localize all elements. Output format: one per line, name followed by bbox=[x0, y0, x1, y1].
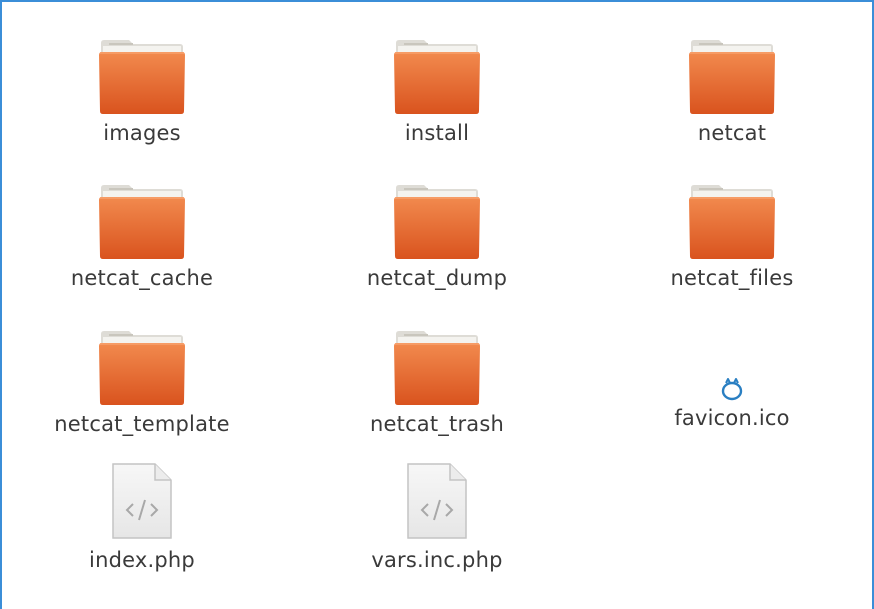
file-name-label: netcat_cache bbox=[70, 266, 214, 290]
file-name-label: netcat_files bbox=[670, 266, 794, 290]
file-item-netcat-dump[interactable]: netcat_dump bbox=[312, 184, 562, 290]
file-name-label: favicon.ico bbox=[674, 406, 790, 430]
file-item-install[interactable]: install bbox=[312, 39, 562, 145]
file-browser-view: images install netcat netcat_cache netca… bbox=[0, 0, 874, 609]
file-name-label: install bbox=[404, 121, 470, 145]
folder-icon bbox=[99, 330, 185, 406]
php-file-icon bbox=[111, 462, 173, 540]
file-item-favicon[interactable]: favicon.ico bbox=[607, 376, 857, 430]
folder-icon bbox=[99, 184, 185, 260]
file-name-label: images bbox=[103, 121, 181, 145]
file-name-label: netcat_trash bbox=[370, 412, 504, 436]
file-item-index-php[interactable]: index.php bbox=[17, 462, 267, 572]
file-item-images[interactable]: images bbox=[17, 39, 267, 145]
folder-icon bbox=[689, 184, 775, 260]
file-item-netcat-files[interactable]: netcat_files bbox=[607, 184, 857, 290]
file-item-netcat-template[interactable]: netcat_template bbox=[17, 330, 267, 436]
file-item-netcat[interactable]: netcat bbox=[607, 39, 857, 145]
file-item-vars-inc-php[interactable]: vars.inc.php bbox=[312, 462, 562, 572]
php-file-icon bbox=[406, 462, 468, 540]
file-item-netcat-cache[interactable]: netcat_cache bbox=[17, 184, 267, 290]
folder-icon bbox=[99, 39, 185, 115]
file-name-label: index.php bbox=[89, 548, 195, 572]
folder-icon bbox=[394, 39, 480, 115]
file-name-label: netcat bbox=[697, 121, 767, 145]
folder-icon bbox=[689, 39, 775, 115]
file-name-label: netcat_template bbox=[54, 412, 230, 436]
file-item-netcat-trash[interactable]: netcat_trash bbox=[312, 330, 562, 436]
file-name-label: vars.inc.php bbox=[371, 548, 503, 572]
folder-icon bbox=[394, 184, 480, 260]
favicon-icon bbox=[719, 376, 745, 402]
folder-icon bbox=[394, 330, 480, 406]
file-name-label: netcat_dump bbox=[366, 266, 508, 290]
